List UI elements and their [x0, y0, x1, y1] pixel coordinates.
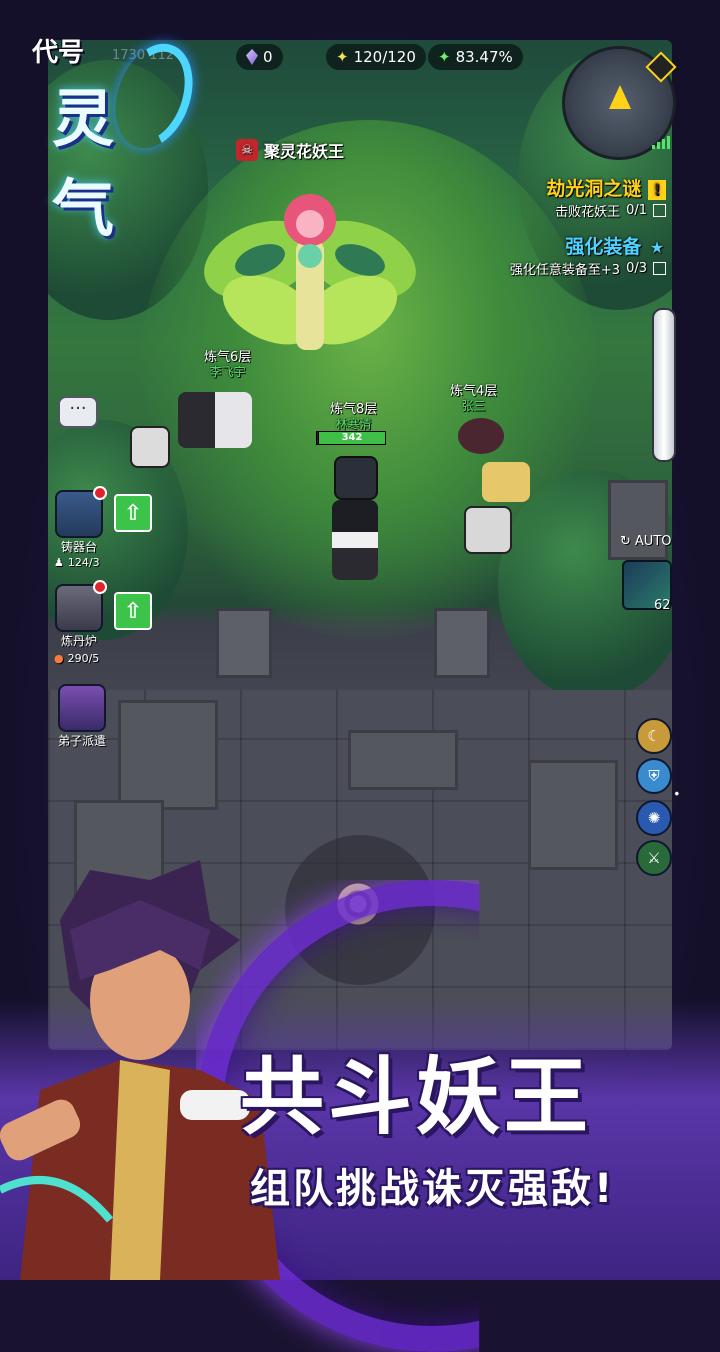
quest-item[interactable]: 劫光洞之谜 ! 击败花妖王 0/1: [546, 174, 666, 220]
player-name: 林寒清: [335, 417, 372, 431]
quest-checkbox: [653, 204, 666, 217]
auto-battle-toggle[interactable]: ↻ AUTO: [620, 534, 672, 549]
furnace-stat-value: 290/5: [67, 652, 100, 665]
quest-progress: 0/3: [626, 261, 647, 276]
pet-sprite[interactable]: [130, 426, 170, 468]
signal-strength-icon: [652, 136, 670, 149]
quest-alert-icon: !: [648, 180, 666, 200]
chat-bubble-icon[interactable]: ···: [58, 396, 98, 428]
quest-star-icon: ★: [649, 238, 665, 257]
forge-stat-value: 124/3: [67, 556, 100, 569]
player-rank: 炼气4层: [450, 384, 498, 399]
pet-sprite[interactable]: [482, 462, 530, 502]
stone-block: [348, 730, 458, 790]
player-rank: 炼气6层: [204, 350, 252, 365]
player-tag: 炼气4层 张三: [450, 384, 497, 414]
stone-block: [118, 700, 218, 810]
alchemy-furnace-button[interactable]: 炼丹炉: [50, 580, 108, 649]
player-tag-self: 炼气8层 林寒清: [330, 402, 377, 432]
furnace-stat: ● 290/5: [54, 652, 99, 665]
notification-dot: [93, 486, 107, 500]
player-self-sprite[interactable]: [332, 500, 378, 580]
game-logo: 代号 灵气: [14, 14, 244, 245]
player-sprite[interactable]: [458, 418, 504, 454]
dispatch-label: 弟子派遣: [57, 734, 106, 748]
forge-label: 铸器台: [60, 540, 97, 554]
dispatch-icon: [58, 684, 106, 732]
person-icon: ♟: [54, 556, 64, 569]
player-sprite[interactable]: [178, 392, 252, 448]
moon-skill-icon[interactable]: ☾: [636, 718, 672, 754]
scroll-item-icon[interactable]: [652, 308, 676, 462]
exp-spark-icon: ✦: [438, 48, 451, 66]
quest-progress: 0/1: [626, 203, 647, 218]
main-skill-count: 62: [654, 598, 671, 613]
stone-pillar: [216, 608, 272, 678]
quest-title: 强化装备: [565, 236, 642, 258]
exp-value: 83.47%: [455, 48, 513, 66]
energy-value: 120/120: [353, 48, 416, 66]
boss-name-tag: ☠ 聚灵花妖王: [236, 138, 344, 162]
forge-stat: ♟ 124/3: [54, 556, 100, 569]
player-name: 李飞宇: [209, 365, 246, 379]
quest-checkbox: [653, 262, 666, 275]
herb-icon: ●: [54, 652, 64, 665]
quest-task: 强化任意装备至+3: [509, 263, 621, 278]
furnace-label: 炼丹炉: [60, 634, 97, 648]
disciple-dispatch-button[interactable]: 弟子派遣: [50, 684, 114, 749]
quest-item[interactable]: 强化装备 ★ 强化任意装备至+3 0/3: [510, 232, 666, 278]
exp-counter[interactable]: ✦ 83.47%: [428, 44, 523, 70]
auto-label: AUTO: [634, 534, 672, 549]
player-rank: 炼气8层: [330, 402, 378, 417]
gem-icon: [246, 49, 258, 65]
player-pet-sprite[interactable]: [334, 456, 378, 500]
quest-title: 劫光洞之谜: [546, 178, 642, 200]
player-hp-bar: 342: [318, 431, 386, 445]
auto-cycle-icon: ↻: [620, 534, 631, 549]
sword-skill-icon[interactable]: ⚔: [636, 840, 672, 876]
logo-big-text: 灵气: [52, 82, 159, 245]
player-name: 张三: [461, 399, 486, 413]
boss-name: 聚灵花妖王: [264, 142, 345, 161]
gem-value: 0: [263, 48, 273, 66]
shield-skill-icon[interactable]: ⛨: [636, 758, 672, 794]
stone-pillar: [434, 608, 490, 678]
energy-counter[interactable]: ✦ 120/120: [326, 44, 426, 70]
energy-spark-icon: ✦: [336, 48, 349, 66]
furnace-icon: [55, 580, 107, 632]
promo-title: 共斗妖王: [240, 1048, 593, 1146]
quest-task: 击败花妖王: [555, 205, 621, 220]
forge-button[interactable]: 铸器台: [50, 486, 108, 555]
forge-icon: [55, 486, 107, 538]
player-position-arrow-icon: [609, 85, 631, 109]
promo-subtitle: 组队挑战诛灭强敌!: [250, 1166, 616, 1212]
hp-value: 342: [341, 432, 363, 443]
vortex-skill-icon[interactable]: ✺: [636, 800, 672, 836]
player-sprite[interactable]: [464, 506, 512, 554]
upgrade-arrow-icon[interactable]: ⇧: [114, 494, 152, 532]
upgrade-arrow-icon[interactable]: ⇧: [114, 592, 152, 630]
logo-small-text: 代号: [32, 38, 85, 68]
stone-block: [528, 760, 618, 870]
player-tag: 炼气6层 李飞宇: [204, 350, 251, 380]
notification-dot: [93, 580, 107, 594]
